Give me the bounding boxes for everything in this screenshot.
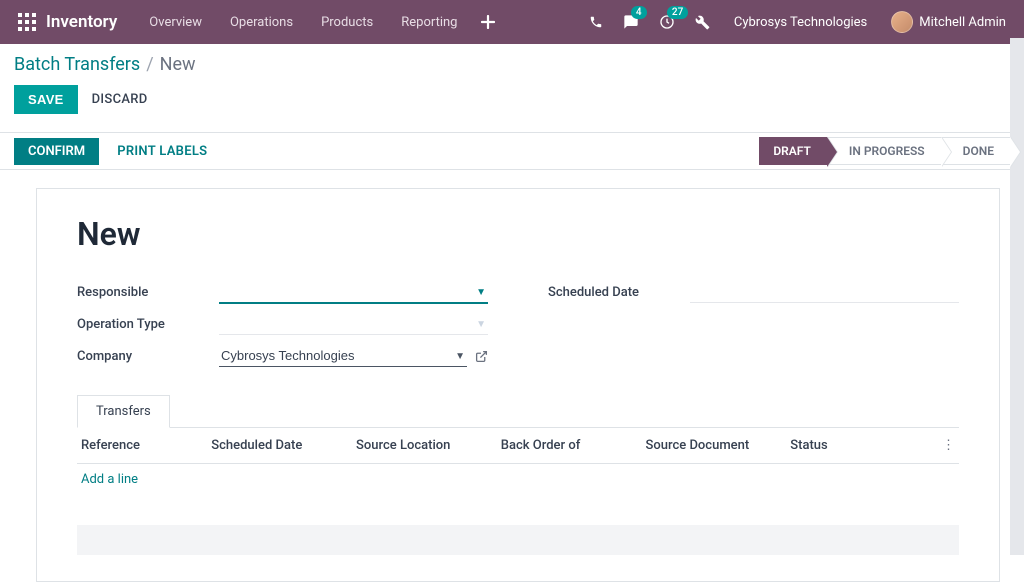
label-company: Company <box>77 349 219 364</box>
th-source-location: Source Location <box>356 438 501 453</box>
tab-transfers[interactable]: Transfers <box>77 395 170 428</box>
confirm-button[interactable]: CONFIRM <box>14 138 99 165</box>
table-row <box>77 525 959 555</box>
tabs: Transfers <box>77 395 959 428</box>
label-scheduled-date: Scheduled Date <box>548 285 690 300</box>
company-switcher[interactable]: Cybrosys Technologies <box>720 15 881 30</box>
discard-button[interactable]: DISCARD <box>92 92 148 107</box>
breadcrumb: Batch Transfers / New <box>14 54 1010 75</box>
external-link-icon[interactable] <box>475 350 488 363</box>
messages-icon[interactable]: 4 <box>613 0 649 44</box>
user-menu[interactable]: Mitchell Admin <box>881 11 1016 33</box>
save-button[interactable]: SAVE <box>14 85 78 114</box>
nav-overview[interactable]: Overview <box>135 0 216 44</box>
kebab-icon[interactable]: ⋮ <box>935 438 955 453</box>
nav-products[interactable]: Products <box>307 0 387 44</box>
add-line-link[interactable]: Add a line <box>77 464 959 495</box>
control-panel: Batch Transfers / New SAVE DISCARD <box>0 44 1024 120</box>
tools-icon[interactable] <box>685 0 720 44</box>
avatar <box>891 11 913 33</box>
label-responsible: Responsible <box>77 285 219 300</box>
record-title: New <box>77 215 959 253</box>
nav-operations[interactable]: Operations <box>216 0 307 44</box>
plus-icon[interactable] <box>471 0 505 44</box>
responsible-field[interactable] <box>219 281 488 304</box>
user-name: Mitchell Admin <box>919 15 1006 30</box>
apps-icon[interactable] <box>18 13 36 31</box>
th-reference: Reference <box>81 438 211 453</box>
th-back-order-of: Back Order of <box>501 438 646 453</box>
print-labels-button[interactable]: PRINT LABELS <box>117 144 207 159</box>
operation-type-field[interactable] <box>219 313 488 335</box>
th-scheduled-date: Scheduled Date <box>211 438 356 453</box>
table-header: Reference Scheduled Date Source Location… <box>77 428 959 464</box>
breadcrumb-current: New <box>160 54 196 75</box>
nav-reporting[interactable]: Reporting <box>387 0 471 44</box>
breadcrumb-parent[interactable]: Batch Transfers <box>14 54 140 75</box>
status-stages: DRAFT IN PROGRESS DONE <box>759 133 1010 169</box>
phone-icon[interactable] <box>579 0 613 44</box>
topbar: Inventory Overview Operations Products R… <box>0 0 1024 44</box>
scrollbar[interactable] <box>1010 38 1024 555</box>
th-status: Status <box>790 438 935 453</box>
statusbar: CONFIRM PRINT LABELS DRAFT IN PROGRESS D… <box>0 132 1024 170</box>
label-operation-type: Operation Type <box>77 317 219 332</box>
table-row <box>77 495 959 525</box>
stage-draft[interactable]: DRAFT <box>759 137 827 165</box>
app-brand[interactable]: Inventory <box>46 12 117 32</box>
company-field[interactable] <box>219 345 467 367</box>
th-source-document: Source Document <box>646 438 791 453</box>
messages-badge: 4 <box>631 6 647 19</box>
breadcrumb-sep: / <box>146 54 153 75</box>
form-sheet: New Responsible ▼ Operation Type ▼ Compa… <box>36 188 1000 582</box>
stage-in-progress[interactable]: IN PROGRESS <box>827 137 941 165</box>
activities-icon[interactable]: 27 <box>649 0 685 44</box>
scheduled-date-field[interactable] <box>690 281 959 303</box>
